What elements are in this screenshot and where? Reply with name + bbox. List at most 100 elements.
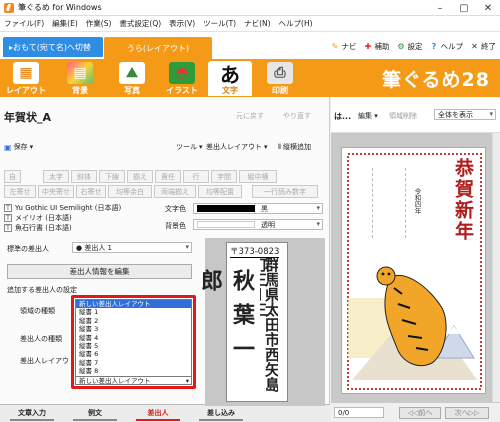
- card-canvas: 恭賀新年 令和四年: [331, 133, 492, 402]
- standard-sender-label: 標準の差出人: [7, 245, 49, 253]
- minimize-button[interactable]: –: [428, 0, 452, 16]
- text-brush-icon: あ: [220, 62, 240, 87]
- redo-button[interactable]: やり直す: [283, 111, 311, 121]
- menu-tools[interactable]: ツール(T): [199, 18, 240, 29]
- sender-layout-label: 差出人レイアウト: [20, 357, 76, 365]
- dropdown-option[interactable]: 縦書 8: [76, 367, 191, 375]
- navi-icon: ✎: [331, 42, 339, 51]
- dropdown-option[interactable]: 縦書 7: [76, 359, 191, 367]
- align-button[interactable]: 揃え: [127, 170, 153, 183]
- font-option-3[interactable]: T 魚石行書 (日本語): [4, 223, 72, 233]
- menu-work[interactable]: 作業(S): [82, 18, 116, 29]
- vertical-text-icon: ⫴: [278, 142, 281, 151]
- printer-icon: ⎙: [267, 62, 293, 84]
- card-body-text: [372, 168, 406, 238]
- align-right-button[interactable]: 右寄せ: [76, 185, 106, 198]
- back-layout-tab[interactable]: うら(レイアウト): [104, 37, 212, 59]
- dropdown-option[interactable]: 縦書 2: [76, 317, 191, 325]
- distribute-button[interactable]: 均等配置: [198, 185, 242, 198]
- bottom-tab-bar: 文章入力 例文 差出人 差し込み: [0, 404, 330, 422]
- edit-menu-button[interactable]: 編集 ▾: [358, 111, 378, 121]
- sender-address: 群馬県太田市西矢島町三ー三: [260, 257, 278, 392]
- menu-navi[interactable]: ナビ(N): [240, 18, 274, 29]
- format-btn-1[interactable]: 自: [4, 170, 21, 183]
- menu-help[interactable]: ヘルプ(H): [275, 18, 317, 29]
- equal-margin-button[interactable]: 均等余白: [108, 185, 152, 198]
- chevron-down-icon: ▾: [185, 243, 189, 251]
- switch-to-front-button[interactable]: ▸おもて(宛て名)へ切替: [3, 37, 103, 57]
- align-center-button[interactable]: 中央寄せ: [38, 185, 74, 198]
- undo-button[interactable]: 元に戻す: [236, 111, 264, 121]
- tab-text-input[interactable]: 文章入力: [10, 407, 54, 421]
- one-line-number-button[interactable]: 一行読み数字: [252, 185, 318, 198]
- watermelon-icon: ◓: [169, 62, 195, 84]
- next-page-button[interactable]: 次へ ▷▷: [445, 407, 489, 419]
- ribbon-print-button[interactable]: ⎙ 印刷: [258, 61, 302, 96]
- tab-example[interactable]: 例文: [73, 407, 117, 421]
- format-btn-6[interactable]: 責任: [155, 170, 181, 183]
- justify-button[interactable]: 両端揃え: [154, 185, 196, 198]
- menu-edit[interactable]: 編集(E): [48, 18, 82, 29]
- dropdown-current-value[interactable]: 新しい差出人レイアウト ▾: [75, 376, 192, 385]
- color-swatch: [197, 205, 255, 212]
- page-counter: 0/0: [334, 407, 384, 418]
- dropdown-option[interactable]: 縦書 4: [76, 334, 191, 342]
- standard-sender-select[interactable]: ● 差出人 1 ▾: [72, 242, 192, 253]
- delete-area-button[interactable]: 領域削除: [389, 111, 417, 121]
- underline-button[interactable]: 下線: [99, 170, 125, 183]
- menu-file[interactable]: ファイル(F): [0, 18, 48, 29]
- brand-logo: 筆ぐるめ28: [381, 69, 490, 91]
- dropdown-option[interactable]: 縦書 1: [76, 308, 191, 316]
- help-link[interactable]: ? ヘルプ: [430, 41, 463, 52]
- plus-icon: ✚: [364, 42, 372, 51]
- vertical-add-button[interactable]: ⫴ 縦横追加: [278, 142, 311, 152]
- tab-insert[interactable]: 差し込み: [199, 407, 243, 421]
- sender-layout-menu-button[interactable]: 差出人レイアウト ▾: [206, 142, 268, 152]
- maximize-button[interactable]: ▢: [452, 0, 476, 16]
- italic-button[interactable]: 斜体: [71, 170, 97, 183]
- ribbon-photo-button[interactable]: ⛰ 写真: [110, 61, 154, 96]
- chevron-down-icon: ▾: [489, 110, 493, 118]
- menu-format[interactable]: 書式設定(Q): [115, 18, 165, 29]
- gear-icon: ⚙: [397, 42, 405, 51]
- ribbon-layout-button[interactable]: ▦ レイアウト: [4, 61, 48, 96]
- new-year-card-preview[interactable]: 恭賀新年 令和四年: [341, 147, 486, 394]
- bg-color-select[interactable]: 透明 ▾: [193, 219, 323, 230]
- tab-sender[interactable]: 差出人: [136, 407, 180, 421]
- prev-page-button[interactable]: ◁◁ 前へ: [399, 407, 441, 419]
- font-option-2[interactable]: T メイリオ (日本語): [4, 213, 72, 223]
- chevron-down-icon: ▾: [316, 204, 320, 212]
- truetype-icon: T: [4, 224, 12, 232]
- ribbon-background-button[interactable]: ▤ 背景: [58, 61, 102, 96]
- exit-link[interactable]: ✕ 終了: [470, 41, 496, 52]
- sender-type-label: 差出人の種類: [20, 335, 62, 343]
- line-spacing-button[interactable]: 行: [183, 170, 209, 183]
- vertical-scrollbar[interactable]: [492, 133, 500, 402]
- ribbon-illust-button[interactable]: ◓ イラスト: [160, 61, 204, 96]
- navi-link[interactable]: ✎ ナビ: [331, 41, 357, 52]
- view-select[interactable]: 全体を表示 ▾: [434, 109, 496, 120]
- text-color-select[interactable]: 黒 ▾: [193, 203, 323, 214]
- menu-bar: ファイル(F) 編集(E) 作業(S) 書式設定(Q) 表示(V) ツール(T)…: [0, 16, 500, 32]
- chevron-down-icon: ▾: [316, 220, 320, 228]
- document-title: 年賀状_A: [4, 111, 52, 124]
- sender-layout-dropdown[interactable]: 新しい差出人レイアウト 縦書 1 縦書 2 縦書 3 縦書 4 縦書 5 縦書 …: [71, 295, 196, 389]
- mode-bar: ▸おもて(宛て名)へ切替 うら(レイアウト) ✎ ナビ ✚ 補助 ⚙ 設定 ? ヘルプ …: [0, 32, 500, 59]
- dropdown-list: 新しい差出人レイアウト 縦書 1 縦書 2 縦書 3 縦書 4 縦書 5 縦書 …: [75, 299, 192, 385]
- font-option-1[interactable]: T Yu Gothic UI Semilight (日本語): [4, 203, 121, 213]
- dropdown-option[interactable]: 縦書 6: [76, 350, 191, 358]
- settings-link[interactable]: ⚙ 設定: [397, 41, 422, 52]
- align-left-button[interactable]: 左寄せ: [4, 185, 36, 198]
- close-window-button[interactable]: ✕: [476, 0, 500, 16]
- ribbon-text-button[interactable]: あ 文字: [208, 61, 252, 96]
- edit-sender-info-button[interactable]: 差出人情報を編集: [7, 264, 192, 279]
- char-spacing-button[interactable]: 字間: [211, 170, 237, 183]
- tate-chu-yoko-button[interactable]: 縦中横: [239, 170, 277, 183]
- tool-menu-button[interactable]: ツール ▾: [176, 142, 203, 152]
- assist-link[interactable]: ✚ 補助: [364, 41, 390, 52]
- menu-view[interactable]: 表示(V): [165, 18, 199, 29]
- main-ribbon: ▦ レイアウト ▤ 背景 ⛰ 写真 ◓ イラスト あ 文字 ⎙ 印刷 筆ぐるめ2…: [0, 59, 500, 97]
- bold-button[interactable]: 太字: [43, 170, 69, 183]
- dropdown-option[interactable]: 縦書 3: [76, 325, 191, 333]
- save-button[interactable]: ▣ 保存 ▾: [4, 142, 33, 152]
